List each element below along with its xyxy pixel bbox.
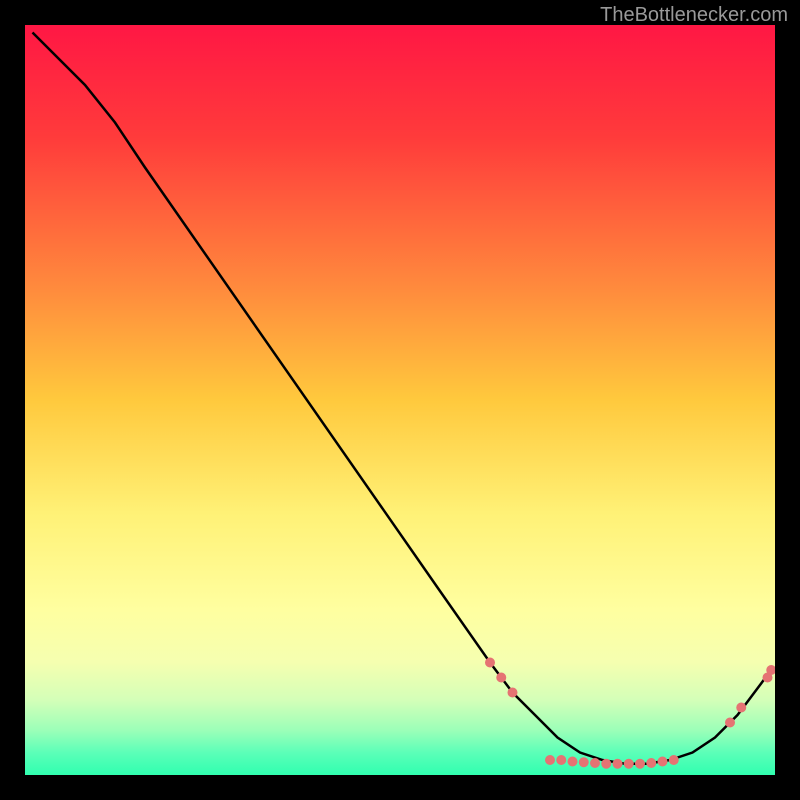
gradient-background: [25, 25, 775, 775]
watermark-text: TheBottlenecker.com: [600, 4, 788, 27]
chart-container: [25, 25, 775, 775]
